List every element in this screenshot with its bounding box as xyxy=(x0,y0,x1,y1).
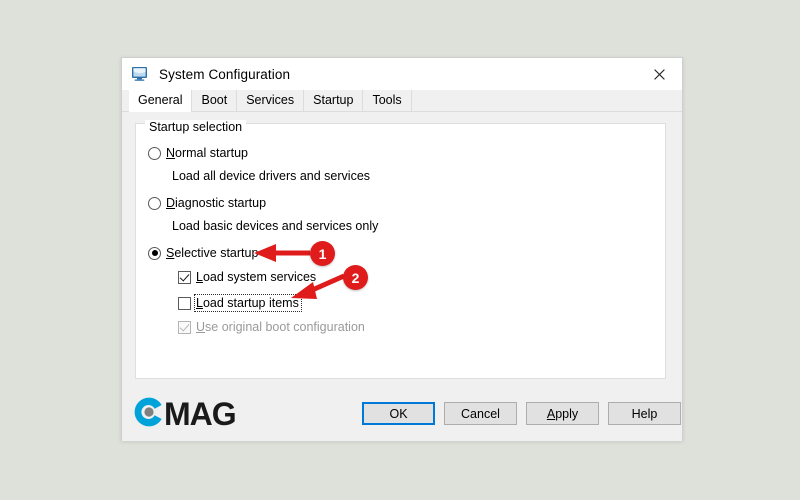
tab-general[interactable]: General xyxy=(129,90,193,112)
use-original-boot-configuration-checkbox: Use original boot configuration xyxy=(178,320,365,334)
radio-indicator xyxy=(148,246,161,260)
groupbox-legend: Startup selection xyxy=(145,120,247,134)
title-bar: System Configuration xyxy=(122,58,682,90)
load-startup-items-checkbox[interactable]: Load startup items xyxy=(178,294,302,312)
tab-services[interactable]: Services xyxy=(237,90,305,111)
radio-indicator xyxy=(148,196,161,210)
checkbox-indicator xyxy=(178,296,191,310)
normal-startup-description: Load all device drivers and services xyxy=(172,169,371,183)
diagnostic-startup-radio[interactable]: Diagnostic startup xyxy=(148,196,266,210)
selective-startup-label: Selective startup xyxy=(166,246,259,260)
radio-indicator xyxy=(148,146,161,160)
annotation-marker-1: 1 xyxy=(310,241,335,266)
selective-startup-radio[interactable]: Selective startup xyxy=(148,246,258,260)
dialog-footer: MAG OK Cancel Apply Help xyxy=(122,389,682,441)
checkbox-indicator xyxy=(178,320,191,334)
c-circle-logo-icon xyxy=(132,395,166,434)
apply-button[interactable]: Apply xyxy=(526,402,599,425)
close-button[interactable] xyxy=(636,58,682,90)
help-button[interactable]: Help xyxy=(608,402,681,425)
normal-startup-label: Normal startup xyxy=(166,146,248,160)
system-configuration-window: System Configuration General Boot Servic… xyxy=(121,57,683,441)
ok-button[interactable]: OK xyxy=(362,402,435,425)
cmag-logo: MAG xyxy=(132,395,237,434)
cancel-button[interactable]: Cancel xyxy=(444,402,517,425)
diagnostic-startup-description: Load basic devices and services only xyxy=(172,219,379,233)
diagnostic-startup-label: Diagnostic startup xyxy=(166,196,267,210)
normal-startup-radio[interactable]: Normal startup xyxy=(148,146,248,160)
tab-boot[interactable]: Boot xyxy=(192,90,238,111)
load-startup-items-label: Load startup items xyxy=(194,294,302,312)
annotation-marker-2: 2 xyxy=(343,265,368,290)
checkbox-indicator xyxy=(178,270,191,284)
load-system-services-label: Load system services xyxy=(196,270,317,284)
tab-startup[interactable]: Startup xyxy=(304,90,364,111)
tab-content-general: Startup selection Normal startup Load al… xyxy=(122,112,682,441)
use-original-boot-configuration-label: Use original boot configuration xyxy=(196,320,365,334)
tab-tools[interactable]: Tools xyxy=(363,90,412,111)
monitor-icon xyxy=(131,66,149,82)
window-title: System Configuration xyxy=(159,66,291,82)
logo-text: MAG xyxy=(164,395,237,432)
tab-strip: General Boot Services Startup Tools xyxy=(122,90,682,112)
load-system-services-checkbox[interactable]: Load system services xyxy=(178,270,316,284)
startup-selection-groupbox: Startup selection Normal startup Load al… xyxy=(135,120,666,379)
